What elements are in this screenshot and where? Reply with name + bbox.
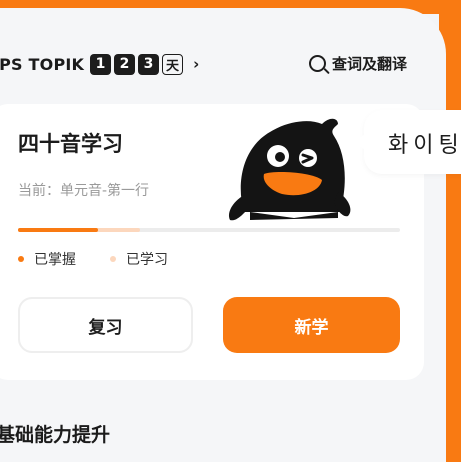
search-label: 查词及翻译 — [332, 54, 408, 73]
section-title: 基础能力提升 — [0, 424, 111, 446]
level-badge-2: 2 — [114, 53, 136, 75]
progress-legend: 已掌握 已学习 — [18, 249, 202, 269]
top-header: EPS TOPIK 1 2 3 天 › 查词及翻译 — [0, 48, 440, 80]
day-badge: 天 — [162, 53, 184, 75]
search-icon — [309, 54, 326, 72]
legend-learned: 已学习 — [110, 249, 168, 269]
dictionary-search-button[interactable]: 查词及翻译 — [309, 50, 407, 76]
progress-mastered-fill — [18, 228, 99, 232]
progress-bar — [18, 228, 400, 232]
legend-mastered: 已掌握 — [18, 249, 76, 269]
speech-bubble: 화이팅 — [355, 110, 461, 174]
mastered-dot-icon — [18, 256, 24, 262]
new-study-button[interactable]: 新学 — [223, 297, 400, 353]
level-badge-1: 1 — [90, 53, 112, 75]
legend-learned-label: 已学习 — [126, 252, 168, 268]
speech-bubble-text: 화이팅 — [388, 133, 461, 158]
current-lesson: 当前：单元音-第一行 — [18, 183, 150, 199]
learned-dot-icon — [110, 256, 116, 262]
chevron-right-icon: › — [193, 55, 200, 73]
level-badge-3: 3 — [138, 53, 160, 75]
review-button[interactable]: 复习 — [18, 297, 193, 353]
exam-selector[interactable]: EPS TOPIK 1 2 3 天 › — [0, 52, 200, 76]
speech-bubble-tail — [355, 134, 365, 150]
card-title: 四十音学习 — [18, 132, 123, 156]
legend-mastered-label: 已掌握 — [34, 252, 76, 268]
penguin-mascot-icon — [228, 118, 351, 221]
exam-label: EPS TOPIK — [0, 54, 85, 74]
